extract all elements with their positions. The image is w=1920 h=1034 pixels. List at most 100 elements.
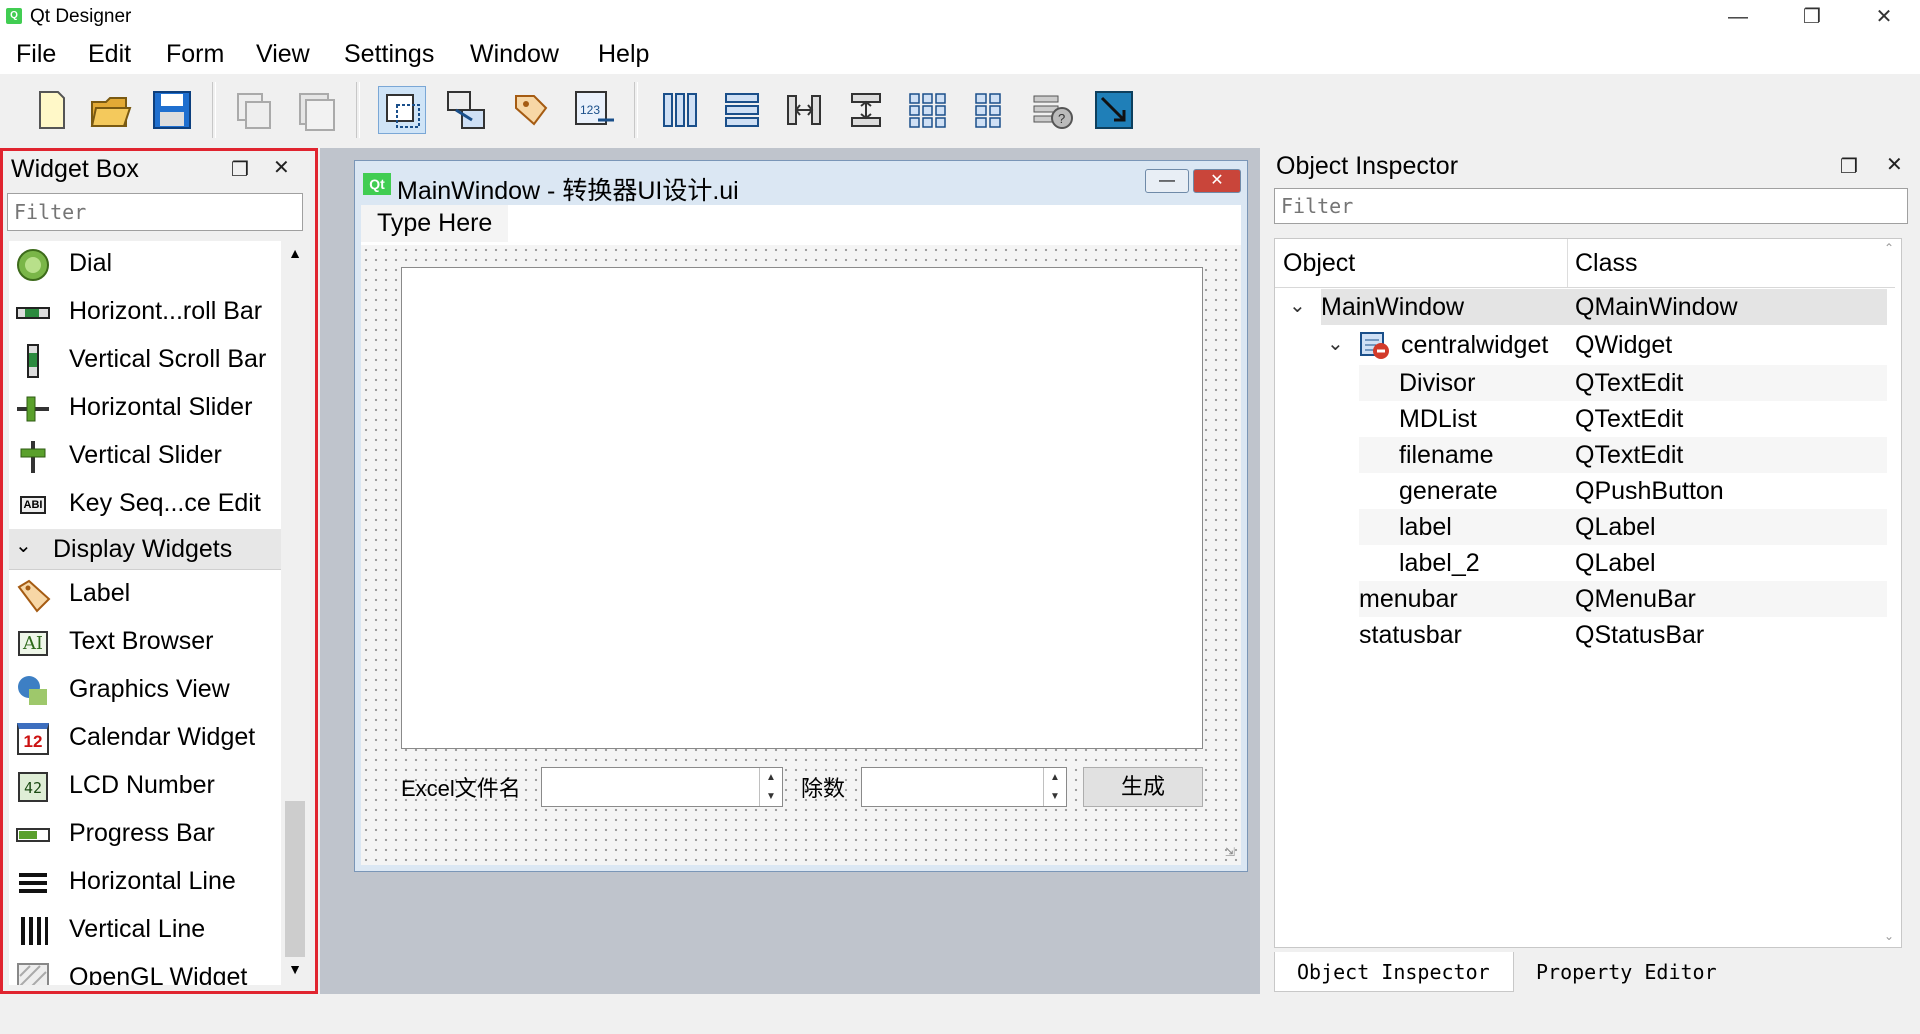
widget-item-lcd-number[interactable]: 42 LCD Number <box>9 763 281 811</box>
widget-item-dial[interactable]: Dial <box>9 241 281 289</box>
scroll-up-icon[interactable]: ⌃ <box>1879 241 1899 255</box>
scroll-up-icon[interactable]: ▲ <box>285 241 305 265</box>
widget-item-text-browser[interactable]: AI Text Browser <box>9 619 281 667</box>
widget-label: Graphics View <box>69 675 230 703</box>
type-here-menu-placeholder[interactable]: Type Here <box>361 205 509 242</box>
close-dock-icon[interactable]: ✕ <box>1886 152 1903 177</box>
tree-row-label[interactable]: label QLabel <box>1359 509 1887 545</box>
tab-object-inspector[interactable]: Object Inspector <box>1274 952 1514 992</box>
tree-row-centralwidget[interactable]: ⌄ centralwidget QWidget <box>1327 327 1887 366</box>
object-class: QTextEdit <box>1575 441 1684 469</box>
spin-arrows-icon[interactable]: ▲ ▼ <box>1043 768 1066 806</box>
widget-item-vertical-line[interactable]: Vertical Line <box>9 907 281 955</box>
lay-out-grid-icon[interactable] <box>904 86 952 134</box>
tree-row-label-2[interactable]: label_2 QLabel <box>1359 545 1887 581</box>
adjust-size-icon[interactable] <box>1090 86 1138 134</box>
minimize-button[interactable]: — <box>1706 0 1770 34</box>
column-header-object[interactable]: Object <box>1283 249 1355 278</box>
edit-tab-order-icon[interactable]: 123 <box>570 86 618 134</box>
category-label: Display Widgets <box>53 535 233 563</box>
object-class: QLabel <box>1575 549 1656 577</box>
edit-buddies-icon[interactable] <box>506 86 554 134</box>
edit-widgets-icon[interactable] <box>378 86 426 134</box>
dial-icon <box>15 247 51 283</box>
form-window-title: MainWindow - 转换器UI设计.ui <box>397 177 739 205</box>
lay-out-vertically-icon[interactable] <box>718 86 766 134</box>
generate-button[interactable]: 生成 <box>1083 767 1203 807</box>
tree-row-menubar[interactable]: menubar QMenuBar <box>1359 581 1887 617</box>
chevron-down-icon[interactable]: ⌄ <box>1289 293 1306 318</box>
object-tree-scrollbar[interactable]: ⌃ ⌄ <box>1879 241 1899 943</box>
widget-item-label[interactable]: Label <box>9 571 281 619</box>
widget-item-key-sequence-edit[interactable]: ABI Key Seq...ce Edit <box>9 481 281 529</box>
object-tree-header: Object Class <box>1275 239 1895 288</box>
widget-item-opengl-widget[interactable]: OpenGL Widget <box>9 955 281 985</box>
chevron-down-icon[interactable]: ⌄ <box>1327 331 1344 356</box>
widget-label: Key Seq...ce Edit <box>69 489 261 517</box>
menu-file[interactable]: File <box>8 40 64 69</box>
float-dock-icon[interactable]: ❐ <box>1840 154 1858 179</box>
save-icon[interactable] <box>148 86 196 134</box>
new-file-icon[interactable] <box>26 86 74 134</box>
lay-out-horizontally-splitter-icon[interactable] <box>780 86 828 134</box>
tab-property-editor[interactable]: Property Editor <box>1514 952 1754 992</box>
open-folder-icon[interactable] <box>86 86 134 134</box>
lay-out-form-icon[interactable] <box>966 86 1014 134</box>
copy-icon[interactable] <box>230 86 278 134</box>
form-minimize-button[interactable]: — <box>1145 169 1189 193</box>
spin-arrows-icon[interactable]: ▲ ▼ <box>759 768 782 806</box>
menu-bar: File Edit Form View Settings Window Help <box>0 34 1920 74</box>
divisor-input[interactable]: ▲ ▼ <box>861 767 1067 807</box>
close-window-button[interactable]: ✕ <box>1852 0 1916 34</box>
object-class: QStatusBar <box>1575 621 1705 649</box>
object-class: QPushButton <box>1575 477 1724 505</box>
close-dock-icon[interactable]: ✕ <box>273 155 290 180</box>
tree-row-filename[interactable]: filename QTextEdit <box>1359 437 1887 473</box>
vertical-scroll-bar-icon <box>15 343 51 379</box>
column-header-class[interactable]: Class <box>1575 249 1638 278</box>
menu-window[interactable]: Window <box>462 40 567 69</box>
widget-item-calendar-widget[interactable]: 12 Calendar Widget <box>9 715 281 763</box>
qt-logo-icon: Qt <box>363 173 391 195</box>
tree-row-statusbar[interactable]: statusbar QStatusBar <box>1359 617 1887 653</box>
menu-help[interactable]: Help <box>590 40 657 69</box>
object-name: Divisor <box>1399 369 1476 397</box>
widget-layout-broken-icon <box>1359 329 1391 366</box>
lay-out-horizontally-icon[interactable] <box>656 86 704 134</box>
widget-box-scrollbar[interactable]: ▲ ▼ <box>283 241 307 985</box>
category-display-widgets[interactable]: ⌄ Display Widgets <box>9 529 281 570</box>
object-inspector-filter-input[interactable] <box>1274 188 1908 224</box>
mdlist-text-edit[interactable] <box>401 267 1203 749</box>
form-close-button[interactable]: ✕ <box>1193 169 1241 193</box>
tree-row-mdlist[interactable]: MDList QTextEdit <box>1359 401 1887 437</box>
widget-label: Horizontal Slider <box>69 393 253 421</box>
widget-box-filter-input[interactable] <box>7 193 303 231</box>
menu-form[interactable]: Form <box>158 40 232 69</box>
edit-signals-icon[interactable] <box>442 86 490 134</box>
lay-out-vertically-splitter-icon[interactable] <box>842 86 890 134</box>
filename-input[interactable]: ▲ ▼ <box>541 767 783 807</box>
menu-edit[interactable]: Edit <box>80 40 139 69</box>
resize-grip-icon[interactable]: ⇲ <box>1225 845 1235 859</box>
scroll-down-icon[interactable]: ▼ <box>285 957 305 981</box>
menu-settings[interactable]: Settings <box>336 40 442 69</box>
widget-item-progress-bar[interactable]: Progress Bar <box>9 811 281 859</box>
scrollbar-thumb[interactable] <box>285 801 305 957</box>
tree-row-generate[interactable]: generate QPushButton <box>1359 473 1887 509</box>
scroll-down-icon[interactable]: ⌄ <box>1879 929 1899 943</box>
break-layout-icon[interactable]: ? <box>1028 86 1076 134</box>
widget-item-vertical-scroll-bar[interactable]: Vertical Scroll Bar <box>9 337 281 385</box>
tree-row-mainwindow[interactable]: ⌄ MainWindow QMainWindow <box>1289 289 1887 325</box>
tree-row-divisor[interactable]: Divisor QTextEdit <box>1359 365 1887 401</box>
float-dock-icon[interactable]: ❐ <box>231 157 249 182</box>
restore-button[interactable]: ❐ <box>1780 0 1844 34</box>
horizontal-scroll-bar-icon <box>15 295 51 331</box>
widget-item-horizontal-line[interactable]: Horizontal Line <box>9 859 281 907</box>
paste-icon[interactable] <box>292 86 340 134</box>
widget-item-horizontal-scroll-bar[interactable]: Horizont...roll Bar <box>9 289 281 337</box>
widget-item-vertical-slider[interactable]: Vertical Slider <box>9 433 281 481</box>
menu-view[interactable]: View <box>248 40 318 69</box>
widget-item-graphics-view[interactable]: Graphics View <box>9 667 281 715</box>
widget-item-horizontal-slider[interactable]: Horizontal Slider <box>9 385 281 433</box>
form-canvas[interactable]: Excel文件名 ▲ ▼ 除数 ▲ ▼ 生成 ⇲ <box>361 245 1241 865</box>
